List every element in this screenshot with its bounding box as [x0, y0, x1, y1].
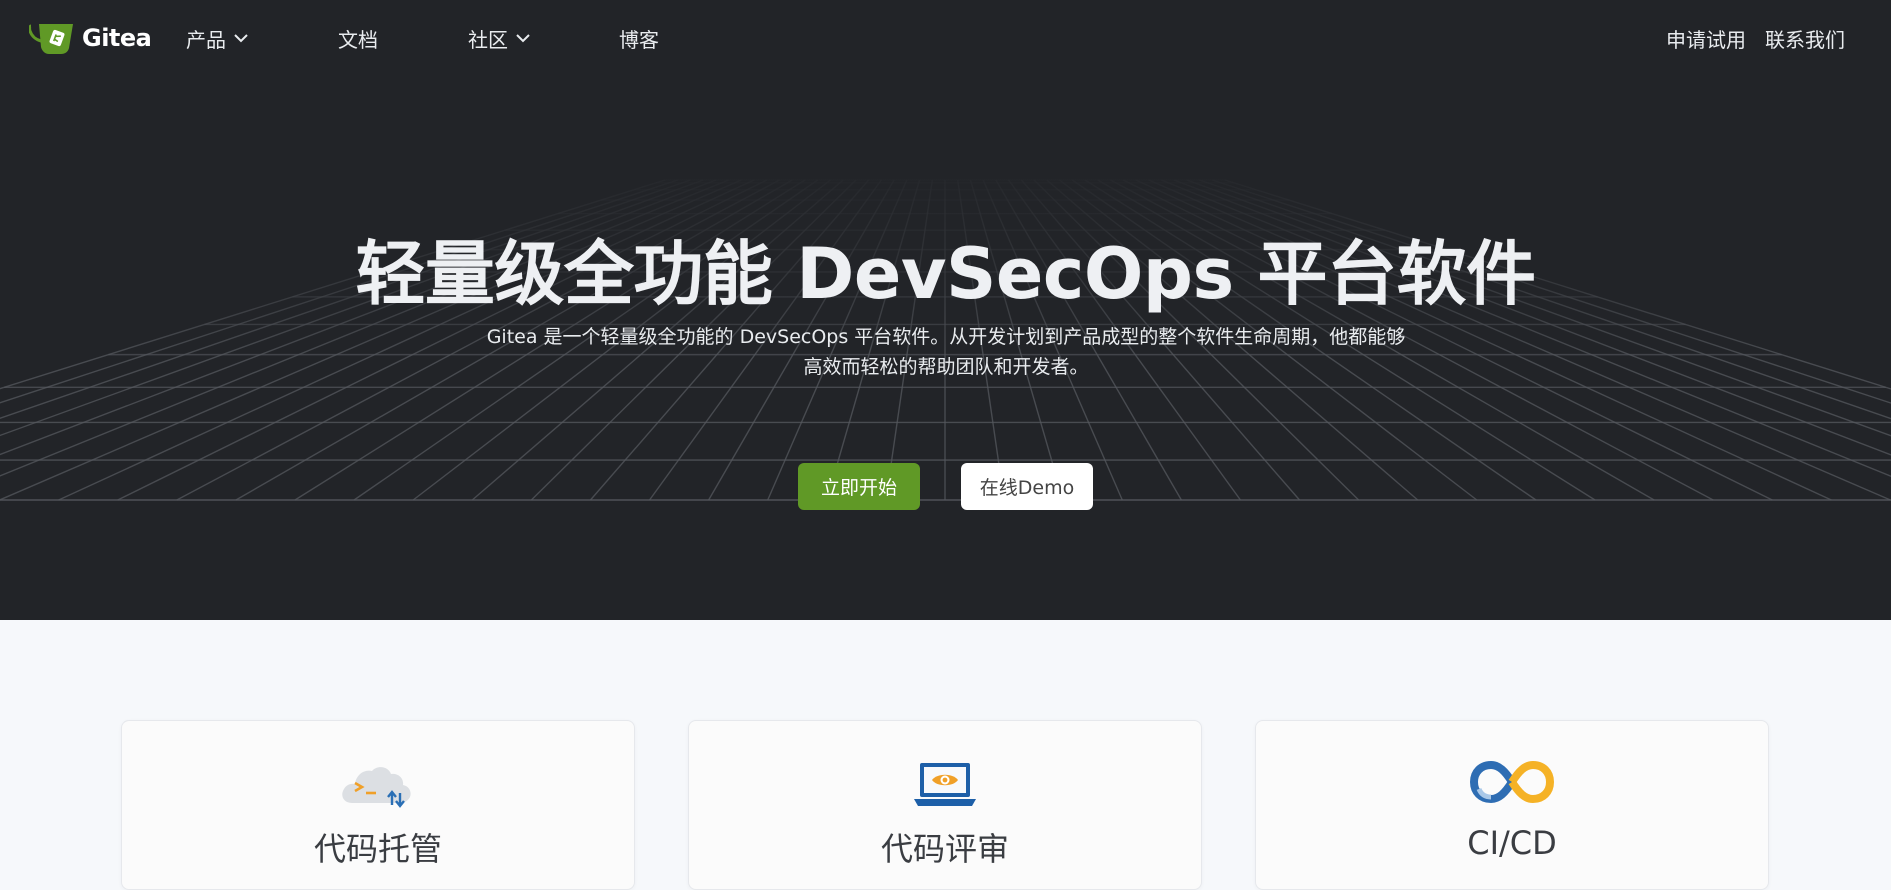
features-section: 代码托管 代码评审 CI/CD	[0, 620, 1891, 890]
chevron-down-icon	[234, 34, 248, 43]
apply-trial-link[interactable]: 申请试用	[1666, 24, 1746, 52]
feature-card-cicd[interactable]: CI/CD	[1255, 720, 1769, 890]
nav-item-label: 社区	[468, 27, 508, 52]
online-demo-button[interactable]: 在线Demo	[961, 463, 1093, 510]
infinity-loop-icon	[1469, 760, 1555, 804]
nav-item-label: 文档	[338, 27, 378, 52]
cloud-terminal-icon	[342, 767, 411, 808]
hero-section: Gitea 产品 文档 社区 博客 申请试用 联系我们 轻量级全功能 DevSe…	[0, 0, 1891, 620]
brand-name: Gitea	[82, 24, 152, 52]
gitea-teacup-icon	[29, 24, 73, 54]
hero-subtitle: Gitea 是一个轻量级全功能的 DevSecOps 平台软件。从开发计划到产品…	[486, 326, 1406, 378]
nav-item-products[interactable]: 产品	[186, 24, 249, 52]
nav-item-blog[interactable]: 博客	[619, 24, 659, 52]
laptop-eye-icon	[914, 763, 976, 806]
nav-item-label: 产品	[186, 27, 226, 52]
feature-title: CI/CD	[1467, 824, 1557, 862]
feature-card-code-hosting[interactable]: 代码托管	[121, 720, 635, 890]
feature-card-code-review[interactable]: 代码评审	[688, 720, 1202, 890]
feature-title: 代码评审	[880, 830, 1009, 868]
brand-logo[interactable]: Gitea	[29, 20, 159, 56]
hero-title: 轻量级全功能 DevSecOps 平台软件	[355, 233, 1536, 315]
nav-item-label: 博客	[619, 27, 659, 52]
top-navigation: Gitea 产品 文档 社区 博客 申请试用 联系我们	[0, 0, 1891, 76]
contact-us-link[interactable]: 联系我们	[1765, 24, 1845, 52]
feature-title: 代码托管	[313, 830, 442, 868]
chevron-down-icon	[516, 34, 530, 43]
nav-item-docs[interactable]: 文档	[338, 24, 378, 52]
get-started-button[interactable]: 立即开始	[798, 463, 920, 510]
nav-item-community[interactable]: 社区	[468, 24, 531, 52]
